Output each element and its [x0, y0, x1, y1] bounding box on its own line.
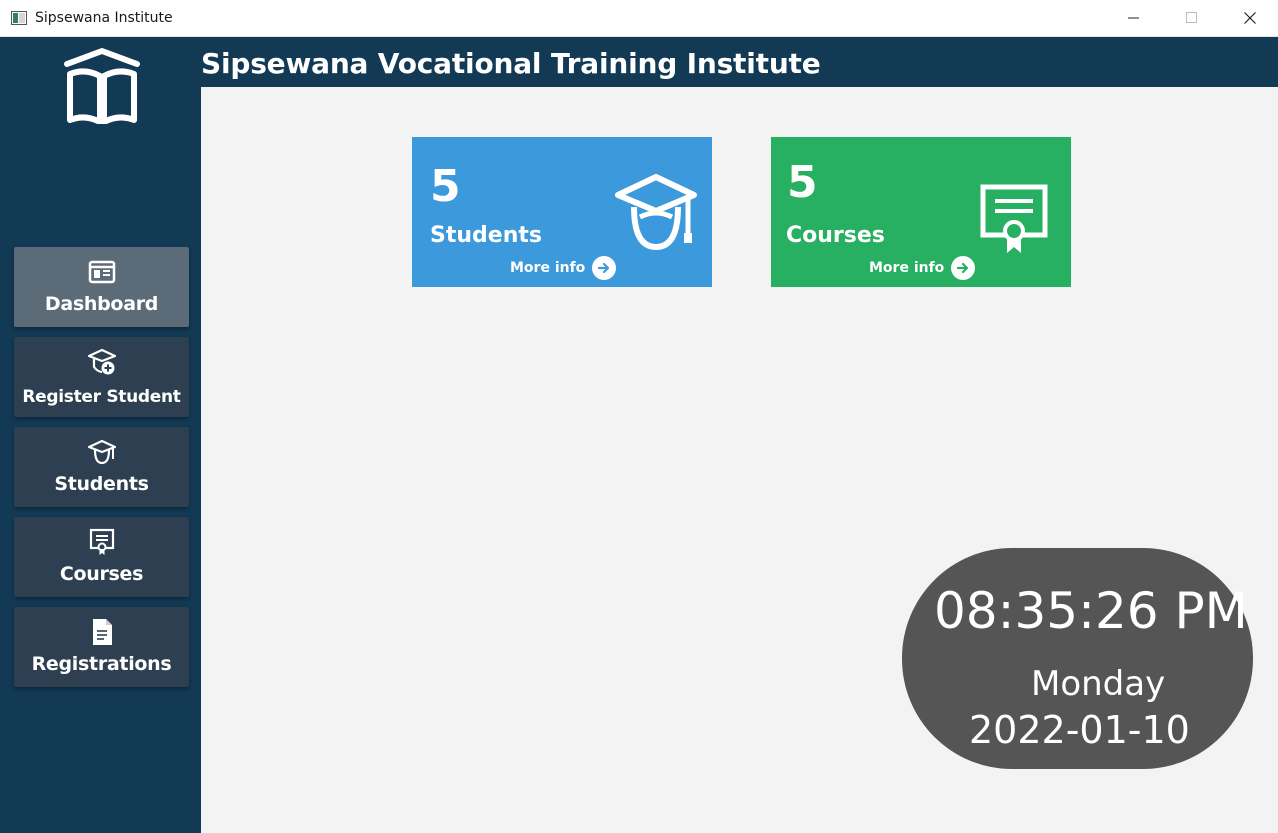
students-more-info-link[interactable]: More info [510, 255, 617, 281]
graduation-cap-icon [615, 174, 697, 251]
dashboard-main: 5 Students More info 5 Courses More info [201, 87, 1278, 833]
page-title: Sipsewana Vocational Training Institute [201, 47, 821, 80]
sidebar-item-label: Students [54, 473, 149, 495]
clock-day: Monday [1031, 664, 1166, 704]
more-info-label: More info [869, 260, 945, 276]
maximize-button[interactable] [1163, 0, 1221, 36]
courses-card-label: Courses [786, 223, 885, 248]
sidebar-item-label: Courses [59, 563, 144, 585]
certificate-icon [980, 184, 1048, 253]
sidebar: Dashboard Register Student Students Cour… [0, 37, 201, 833]
sidebar-item-dashboard[interactable]: Dashboard [14, 247, 189, 327]
app-icon [11, 11, 27, 25]
minimize-icon [1128, 17, 1139, 19]
more-info-label: More info [510, 260, 586, 276]
page-header: Sipsewana Vocational Training Institute [201, 37, 1278, 87]
document-icon [92, 619, 112, 645]
sidebar-item-label: Dashboard [44, 293, 159, 315]
sidebar-item-registrations[interactable]: Registrations [14, 607, 189, 687]
window-titlebar: Sipsewana Institute [0, 0, 1278, 37]
courses-card: 5 Courses More info [771, 137, 1071, 287]
sidebar-item-students[interactable]: Students [14, 427, 189, 507]
sidebar-item-courses[interactable]: Courses [14, 517, 189, 597]
arrow-right-circle-icon [951, 256, 976, 280]
certificate-icon [89, 528, 114, 555]
clock-time: 08:35:26 PM [934, 582, 1248, 640]
close-button[interactable] [1221, 0, 1278, 36]
clock-widget: 08:35:26 PM Monday 2022-01-10 [902, 548, 1253, 769]
sidebar-item-label: Registrations [31, 653, 172, 675]
book-logo-icon [64, 48, 140, 124]
dashboard-icon [88, 260, 115, 284]
arrow-right-circle-icon [592, 256, 617, 280]
minimize-button[interactable] [1105, 0, 1163, 36]
courses-count: 5 [787, 157, 818, 208]
sidebar-item-register-student[interactable]: Register Student [14, 337, 189, 417]
students-card-label: Students [430, 223, 542, 248]
student-cap-icon [87, 439, 116, 465]
maximize-icon [1186, 12, 1197, 23]
window-title: Sipsewana Institute [35, 10, 173, 26]
sidebar-item-label: Register Student [22, 387, 181, 407]
clock-date: 2022-01-10 [969, 708, 1190, 752]
register-student-icon [87, 348, 116, 375]
students-count: 5 [430, 161, 461, 212]
courses-more-info-link[interactable]: More info [869, 255, 976, 281]
close-icon [1244, 12, 1256, 24]
students-card: 5 Students More info [412, 137, 712, 287]
